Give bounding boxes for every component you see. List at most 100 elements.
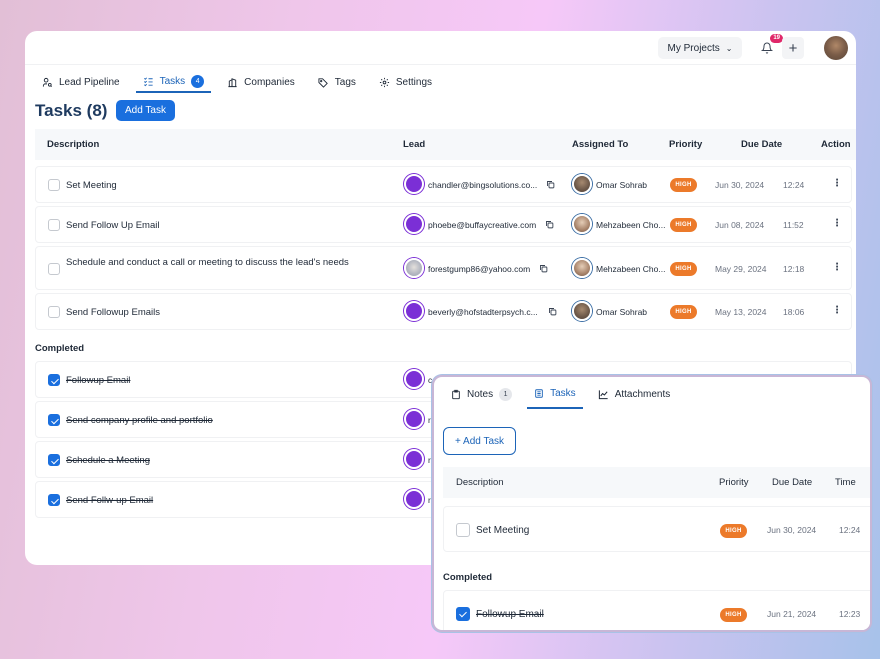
tab-tasks[interactable]: Tasks — [527, 379, 583, 409]
assignee-avatar — [572, 301, 592, 321]
panel-task-row[interactable]: Set Meeting HIGH Jun 30, 2024 12:24 — [443, 506, 870, 552]
tab-tasks[interactable]: Tasks 4 — [135, 71, 212, 93]
more-actions-icon[interactable]: ⋮ — [832, 305, 842, 316]
task-checkbox[interactable] — [48, 219, 60, 231]
task-checkbox-checked[interactable] — [48, 414, 60, 426]
task-checkbox[interactable] — [456, 523, 470, 537]
panel-add-task-button[interactable]: + Add Task — [443, 427, 516, 455]
due-time: 12:24 — [839, 525, 861, 535]
main-nav: Lead Pipeline Tasks 4 Companies Tags Set… — [35, 71, 448, 93]
tab-lead-pipeline[interactable]: Lead Pipeline — [35, 71, 127, 93]
panel-table-header: Description Priority Due Date Time — [443, 467, 870, 498]
tab-tags[interactable]: Tags — [311, 71, 363, 93]
tab-companies[interactable]: Companies — [220, 71, 302, 93]
lead-email: beverly@hofstadterpsych.c... — [428, 307, 538, 317]
header-lead: Lead — [403, 139, 426, 150]
assignee-avatar — [572, 214, 592, 234]
header-assigned-to: Assigned To — [572, 139, 629, 150]
lead-email: r — [428, 495, 431, 505]
assignee-name: Omar Sohrab — [596, 307, 648, 317]
header-description: Description — [47, 139, 100, 150]
due-date: Jun 30, 2024 — [767, 525, 817, 535]
task-checkbox-checked[interactable] — [456, 607, 470, 621]
lead-avatar — [404, 301, 424, 321]
due-date: Jun 21, 2024 — [767, 609, 817, 619]
header-due-date: Due Date — [741, 139, 783, 150]
task-description: Send Follow Up Email — [66, 220, 160, 231]
more-actions-icon[interactable]: ⋮ — [832, 262, 842, 273]
tab-label: Settings — [395, 76, 433, 88]
tab-settings[interactable]: Settings — [372, 71, 439, 93]
priority-badge: HIGH — [670, 218, 697, 232]
lead-avatar — [404, 449, 424, 469]
task-checkbox-checked[interactable] — [48, 374, 60, 386]
assignee-name: Mehzabeen Cho... — [596, 220, 666, 230]
assignee-name: Mehzabeen Cho... — [596, 264, 666, 274]
tab-attachments[interactable]: Attachments — [591, 379, 678, 409]
lead-avatar — [404, 214, 424, 234]
header-priority: Priority — [669, 139, 703, 150]
lead-email: r — [428, 415, 431, 425]
task-description: Set Meeting — [476, 525, 530, 536]
priority-badge: HIGH — [670, 178, 697, 192]
header-due-date: Due Date — [772, 477, 813, 488]
more-actions-icon[interactable]: ⋮ — [832, 178, 842, 189]
tab-label: Tags — [334, 76, 356, 88]
panel-completed-row[interactable]: Followup Email HIGH Jun 21, 2024 12:23 — [443, 590, 870, 630]
table-row[interactable]: Set Meeting chandler@bingsolutions.co...… — [35, 166, 852, 203]
clipboard-icon — [452, 389, 460, 399]
chevron-down-icon: ⌄ — [725, 43, 733, 53]
copy-icon[interactable] — [548, 307, 557, 316]
task-description: Followup Email — [476, 609, 544, 620]
add-button[interactable]: + — [782, 37, 804, 59]
due-time: 12:23 — [839, 609, 861, 619]
tab-notes[interactable]: Notes 1 — [444, 379, 519, 409]
notes-count-badge: 1 — [499, 387, 513, 401]
notifications-button[interactable]: 19 — [756, 34, 783, 59]
panel-tabs: Notes 1 Tasks Attachments — [444, 379, 685, 409]
task-description: Send Follw-up Email — [66, 495, 154, 506]
task-checkbox[interactable] — [48, 263, 60, 275]
priority-badge: HIGH — [720, 608, 747, 622]
user-avatar[interactable] — [824, 36, 848, 60]
assignee-avatar — [572, 258, 592, 278]
more-actions-icon[interactable]: ⋮ — [832, 218, 842, 229]
header-action: Action — [821, 139, 851, 150]
add-task-button[interactable]: Add Task — [116, 100, 175, 121]
table-row[interactable]: Send Followup Emails beverly@hofstadterp… — [35, 293, 852, 330]
header-priority: Priority — [719, 477, 749, 488]
task-checkbox-checked[interactable] — [48, 494, 60, 506]
completed-section-label: Completed — [443, 572, 493, 583]
tab-label: Lead Pipeline — [59, 76, 120, 88]
due-date: May 13, 2024 — [715, 307, 767, 317]
tab-label: Notes — [467, 388, 494, 400]
my-projects-dropdown[interactable]: My Projects ⌄ — [658, 37, 742, 59]
priority-badge: HIGH — [670, 305, 697, 319]
tasks-count-badge: 4 — [191, 74, 205, 88]
copy-icon[interactable] — [546, 180, 555, 189]
projects-label: My Projects — [667, 42, 720, 54]
task-checkbox[interactable] — [48, 306, 60, 318]
lead-detail-panel: Notes 1 Tasks Attachments + Add Task Des… — [432, 375, 872, 632]
assignee-avatar — [572, 174, 592, 194]
copy-icon[interactable] — [545, 220, 554, 229]
lead-avatar — [404, 258, 424, 278]
task-checkbox-checked[interactable] — [48, 454, 60, 466]
task-description: Send Followup Emails — [66, 307, 160, 318]
task-checkbox[interactable] — [48, 179, 60, 191]
task-description: Schedule and conduct a call or meeting t… — [66, 257, 349, 268]
copy-icon[interactable] — [539, 264, 548, 273]
task-description: Send company profile and portfolio — [66, 415, 213, 426]
top-bar: My Projects ⌄ 19 + — [25, 31, 856, 65]
document-list-icon — [535, 388, 543, 398]
lead-email: forestgump86@yahoo.com — [428, 264, 531, 274]
table-row[interactable]: Send Follow Up Email phoebe@buffaycreati… — [35, 206, 852, 243]
user-search-icon — [42, 77, 52, 87]
lead-avatar — [404, 369, 424, 389]
chart-line-icon — [598, 389, 608, 399]
checklist-icon — [143, 77, 153, 86]
task-description: Schedule a Meeting — [66, 455, 150, 466]
due-time: 18:06 — [783, 307, 805, 317]
table-row[interactable]: Schedule and conduct a call or meeting t… — [35, 246, 852, 290]
priority-badge: HIGH — [720, 524, 747, 538]
